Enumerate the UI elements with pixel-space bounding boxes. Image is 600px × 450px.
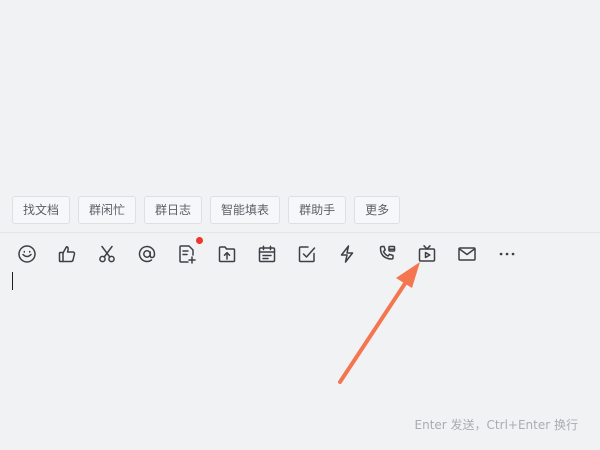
tv-play-icon bbox=[418, 245, 436, 262]
screenshot-button[interactable] bbox=[96, 243, 118, 265]
emoji-button[interactable] bbox=[16, 243, 38, 265]
message-area bbox=[0, 0, 600, 193]
mail-button[interactable] bbox=[456, 243, 478, 265]
like-button[interactable] bbox=[56, 243, 78, 265]
thumbs-up-icon bbox=[58, 246, 76, 263]
calendar-icon bbox=[258, 245, 276, 263]
lightning-icon bbox=[340, 245, 354, 263]
at-icon bbox=[138, 245, 156, 263]
task-button[interactable] bbox=[296, 243, 318, 265]
folder-upload-icon bbox=[218, 246, 236, 263]
quick-action-smart-form[interactable]: 智能填表 bbox=[210, 196, 281, 224]
more-icon bbox=[499, 252, 515, 256]
quick-action-group-log[interactable]: 群日志 bbox=[144, 196, 203, 224]
composer-divider bbox=[0, 232, 600, 233]
more-tools-button[interactable] bbox=[496, 243, 518, 265]
new-badge-dot bbox=[196, 237, 203, 244]
doc-button[interactable] bbox=[176, 237, 203, 265]
mail-icon bbox=[458, 247, 476, 261]
composer-toolbar bbox=[16, 237, 536, 265]
checkbox-icon bbox=[298, 246, 316, 263]
phone-call-icon bbox=[379, 245, 396, 260]
file-upload-button[interactable] bbox=[216, 243, 238, 265]
scissors-icon bbox=[99, 245, 115, 263]
quick-action-group-assistant[interactable]: 群助手 bbox=[288, 196, 347, 224]
send-shortcut-hint: Enter 发送，Ctrl+Enter 换行 bbox=[414, 418, 578, 432]
emoji-icon bbox=[18, 245, 36, 263]
quick-command-button[interactable] bbox=[336, 243, 358, 265]
doc-add-icon bbox=[179, 245, 196, 264]
quick-action-find-doc[interactable]: 找文档 bbox=[12, 196, 71, 224]
chat-window: 找文档 群闲忙 群日志 智能填表 群助手 更多 Enter 发送，Ctrl+En… bbox=[0, 0, 600, 450]
call-button[interactable] bbox=[376, 243, 398, 265]
live-button[interactable] bbox=[416, 243, 438, 265]
schedule-button[interactable] bbox=[256, 243, 278, 265]
quick-action-more[interactable]: 更多 bbox=[354, 196, 401, 224]
text-cursor[interactable] bbox=[12, 272, 13, 290]
quick-action-group-availability[interactable]: 群闲忙 bbox=[78, 196, 137, 224]
quick-actions-bar: 找文档 群闲忙 群日志 智能填表 群助手 更多 bbox=[12, 196, 401, 224]
mention-button[interactable] bbox=[136, 243, 158, 265]
